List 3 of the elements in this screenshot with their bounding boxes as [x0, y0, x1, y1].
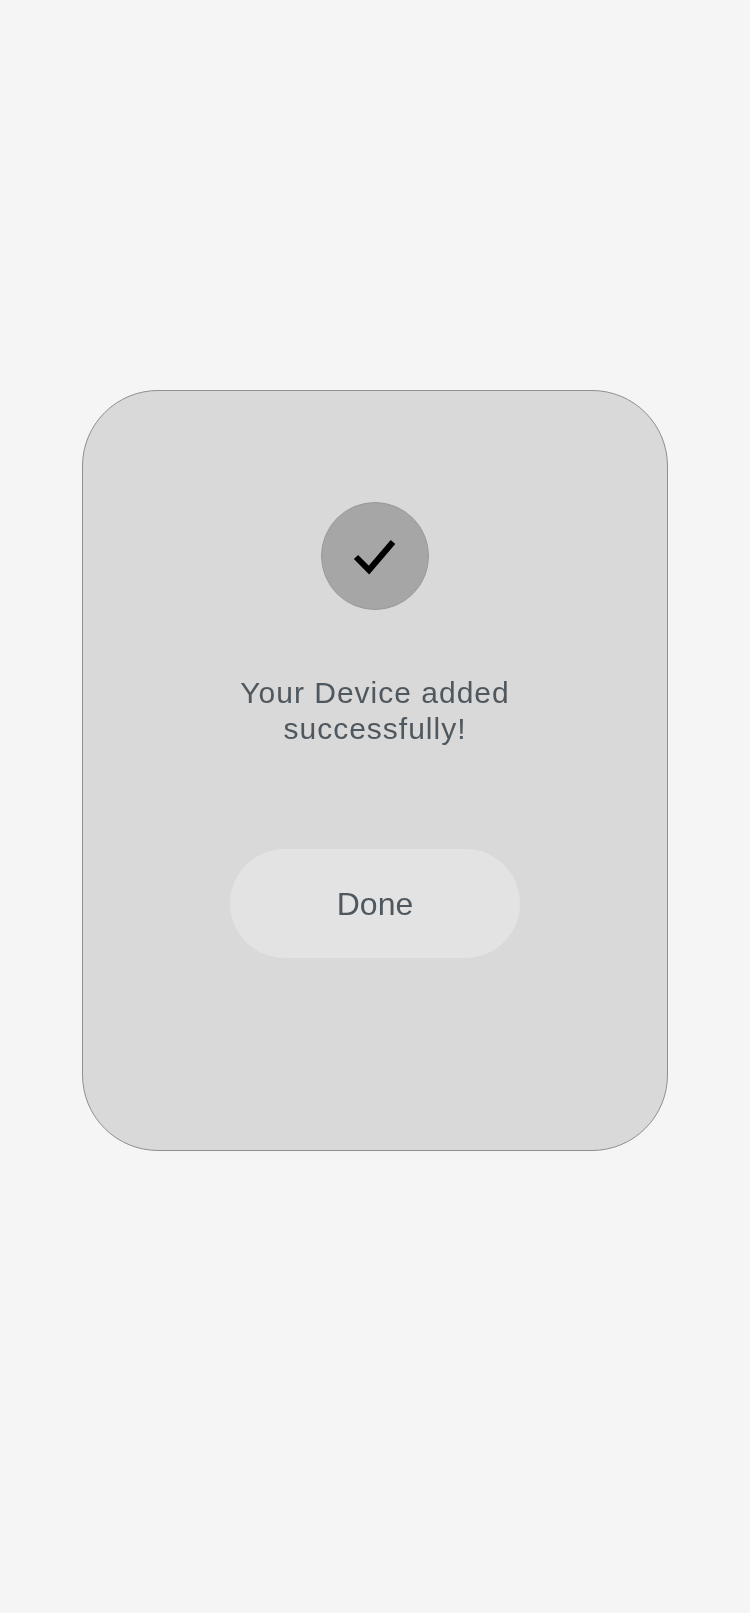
done-button[interactable]: Done	[230, 849, 520, 958]
success-message: Your Device added successfully!	[239, 675, 511, 747]
checkmark-icon	[321, 502, 429, 610]
